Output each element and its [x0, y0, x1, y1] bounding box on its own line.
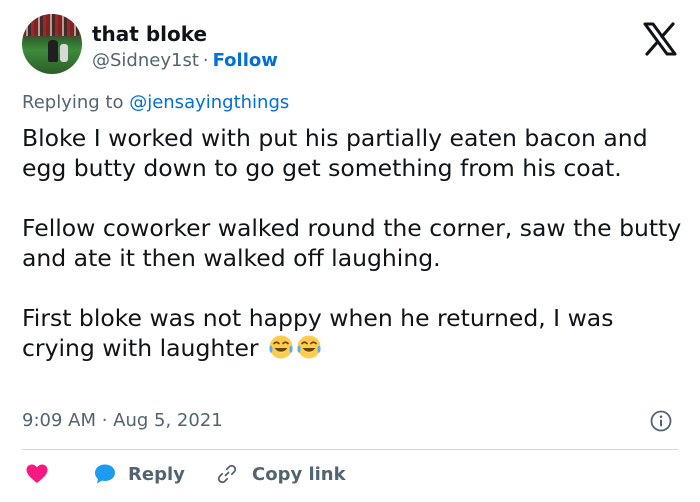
tweet-paragraph-1: Bloke I worked with put his partially ea… — [22, 124, 648, 182]
info-icon[interactable] — [650, 410, 672, 432]
tweet-paragraph-3: First bloke was not happy when he return… — [22, 303, 682, 363]
replying-to: Replying to @jensayingthings — [22, 92, 289, 113]
follow-button[interactable]: Follow — [213, 50, 278, 71]
tweet-header: that bloke @Sidney1st · Follow — [22, 14, 682, 84]
tweet-text: Bloke I worked with put his partially ea… — [22, 123, 682, 363]
avatar-crowd-graphic — [22, 14, 82, 36]
avatar[interactable] — [22, 14, 82, 74]
reply-mention-link[interactable]: @jensayingthings — [129, 92, 289, 113]
heart-icon[interactable] — [26, 464, 48, 484]
separator-dot: · — [202, 50, 209, 71]
avatar-figure-2 — [60, 44, 68, 62]
user-handle[interactable]: @Sidney1st — [92, 50, 199, 71]
display-name[interactable]: that bloke — [92, 22, 207, 46]
reply-button[interactable]: Reply — [94, 460, 185, 488]
speech-bubble-icon — [95, 464, 115, 484]
divider — [22, 449, 678, 450]
copy-link-button[interactable]: Copy link — [216, 460, 346, 488]
tweet-timestamp[interactable]: 9:09 AM · Aug 5, 2021 — [22, 410, 223, 431]
copy-link-label: Copy link — [252, 463, 346, 485]
x-logo-icon[interactable] — [642, 22, 678, 56]
tears-of-joy-emoji-icon — [297, 335, 321, 359]
avatar-figure — [48, 40, 58, 62]
link-icon — [217, 464, 237, 484]
action-bar: Reply Copy link — [22, 458, 682, 490]
handle-line: @Sidney1st · Follow — [92, 50, 278, 71]
reply-label: Reply — [128, 463, 185, 485]
replying-prefix: Replying to — [22, 92, 130, 113]
tweet-paragraph-2: Fellow coworker walked round the corner,… — [22, 214, 682, 272]
tears-of-joy-emoji-icon — [269, 335, 293, 359]
